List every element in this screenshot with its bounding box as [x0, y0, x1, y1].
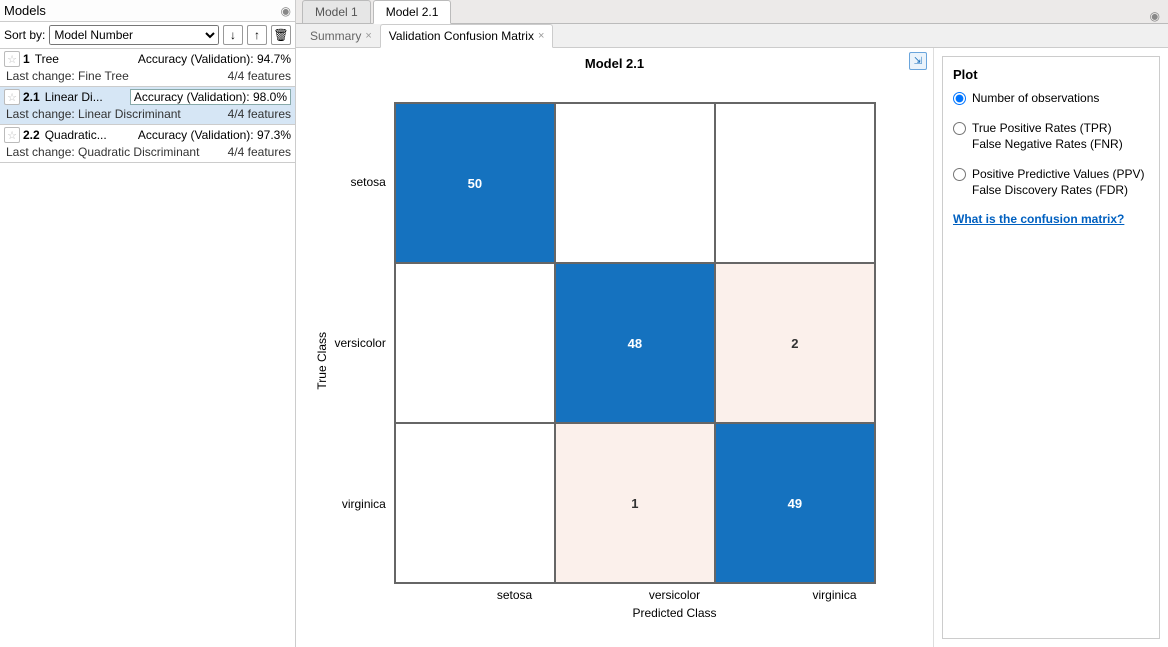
radio-input[interactable]	[953, 122, 966, 135]
model-name: Linear Di...	[45, 90, 103, 104]
model-accuracy: Accuracy (Validation): 94.7%	[138, 52, 291, 66]
model-accuracy: Accuracy (Validation): 98.0%	[130, 90, 291, 104]
delete-button[interactable]: 🗑	[271, 25, 291, 45]
expand-plot-button[interactable]: ⇲	[909, 52, 927, 70]
plot-option-radio[interactable]: True Positive Rates (TPR)False Negative …	[953, 120, 1149, 152]
models-header: Models ◉	[0, 0, 295, 22]
options-title: Plot	[953, 67, 1149, 82]
plot-title: Model 2.1	[296, 56, 933, 71]
radio-input[interactable]	[953, 168, 966, 181]
model-item[interactable]: ☆2.2 Quadratic... Accuracy (Validation): 9…	[0, 125, 295, 163]
plot-options: Plot Number of observations True Positive…	[942, 56, 1160, 639]
sort-desc-button[interactable]: ↑	[247, 25, 267, 45]
col-label: versicolor	[595, 588, 755, 602]
model-tabstrip: Model 1Model 2.1 ◉	[296, 0, 1168, 24]
model-last-change: Last change: Linear Discriminant	[6, 107, 181, 121]
col-label: virginica	[755, 588, 915, 602]
plot-option-radio[interactable]: Positive Predictive Values (PPV)False Di…	[953, 166, 1149, 198]
matrix-cell: 49	[715, 423, 875, 583]
model-accuracy: Accuracy (Validation): 97.3%	[138, 128, 291, 142]
content-area: ⇲ Model 2.1 True Class setosaversicolorv…	[296, 48, 1168, 647]
model-name: Quadratic...	[45, 128, 107, 142]
model-name: Tree	[35, 52, 59, 66]
row-labels: setosaversicolorvirginica	[335, 102, 388, 584]
main-panel: Model 1Model 2.1◉ Summary×Validation Con…	[296, 0, 1168, 647]
col-labels: setosaversicolorvirginica	[435, 588, 915, 602]
matrix-cell	[395, 423, 555, 583]
view-tab[interactable]: Summary×	[302, 25, 380, 47]
x-axis-label: Predicted Class	[435, 606, 915, 620]
matrix-cell	[395, 263, 555, 423]
view-tabstrip: Summary×Validation Confusion Matrix×	[296, 24, 1168, 48]
plot-area: ⇲ Model 2.1 True Class setosaversicolorv…	[296, 48, 934, 647]
sort-label: Sort by:	[4, 28, 45, 42]
row-label: versicolor	[335, 263, 388, 423]
model-item[interactable]: ☆1 Tree Accuracy (Validation): 94.7% Last c…	[0, 49, 295, 87]
plot-option-radio[interactable]: Number of observations	[953, 90, 1149, 106]
row-label: setosa	[335, 102, 388, 262]
col-label: setosa	[435, 588, 595, 602]
favorite-star-icon[interactable]: ☆	[4, 89, 20, 105]
model-last-change: Last change: Fine Tree	[6, 69, 129, 83]
model-number: 2.1	[23, 90, 40, 104]
model-item[interactable]: ☆2.1 Linear Di... Accuracy (Validation): 9…	[0, 87, 295, 125]
model-tab[interactable]: Model 1	[302, 0, 371, 23]
matrix-cell	[555, 103, 715, 263]
matrix-cell: 2	[715, 263, 875, 423]
model-features: 4/4 features	[228, 145, 291, 159]
y-axis-label: True Class	[315, 332, 329, 390]
confusion-chart: True Class setosaversicolorvirginica 504…	[296, 75, 933, 647]
close-tab-icon[interactable]: ×	[538, 30, 544, 42]
panel-menu-icon[interactable]: ◉	[281, 4, 291, 18]
model-last-change: Last change: Quadratic Discriminant	[6, 145, 199, 159]
matrix-cell: 48	[555, 263, 715, 423]
model-number: 1	[23, 52, 30, 66]
sort-row: Sort by: Model Number ↓ ↑ 🗑	[0, 22, 295, 49]
close-tab-icon[interactable]: ×	[365, 30, 371, 42]
radio-input[interactable]	[953, 92, 966, 105]
model-list: ☆1TreeAccuracy (Validation): 94.7%Last c…	[0, 49, 295, 163]
model-features: 4/4 features	[228, 69, 291, 83]
matrix-cell: 1	[555, 423, 715, 583]
sort-asc-button[interactable]: ↓	[223, 25, 243, 45]
matrix-cell: 50	[395, 103, 555, 263]
model-number: 2.2	[23, 128, 40, 142]
model-tab[interactable]: Model 2.1	[373, 0, 452, 24]
confusion-matrix: 50482149	[394, 102, 876, 584]
matrix-cell	[715, 103, 875, 263]
favorite-star-icon[interactable]: ☆	[4, 127, 20, 143]
favorite-star-icon[interactable]: ☆	[4, 51, 20, 67]
view-tab[interactable]: Validation Confusion Matrix×	[380, 24, 554, 48]
row-label: virginica	[335, 424, 388, 584]
tabstrip-menu-icon[interactable]: ◉	[1150, 9, 1160, 23]
panel-title: Models	[4, 3, 46, 18]
sort-select[interactable]: Model Number	[49, 25, 219, 45]
help-link[interactable]: What is the confusion matrix?	[953, 212, 1124, 226]
models-panel: Models ◉ Sort by: Model Number ↓ ↑ 🗑 ☆1T…	[0, 0, 296, 647]
model-features: 4/4 features	[228, 107, 291, 121]
